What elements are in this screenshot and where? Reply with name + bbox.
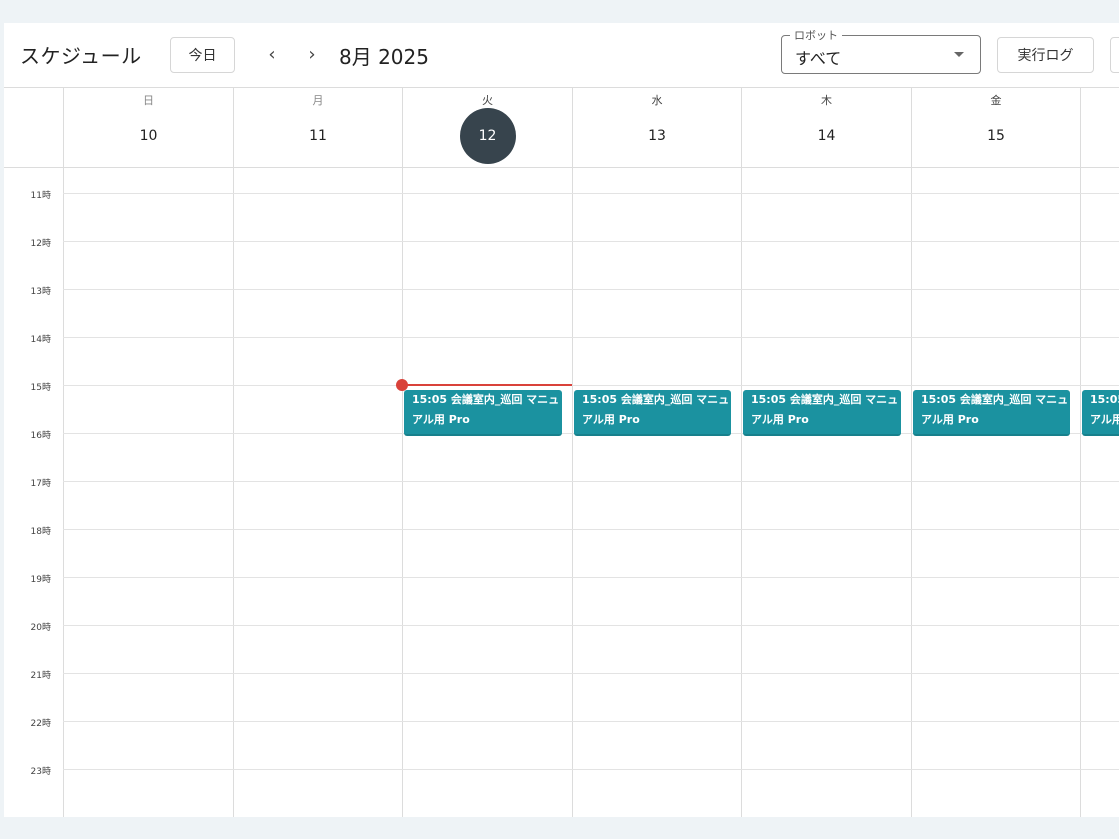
day-of-week-label: 水 <box>651 94 663 107</box>
column-divider <box>911 88 912 817</box>
event-title: 15:05 会議室内_巡回 マニュアル用 Pro <box>1090 393 1119 426</box>
chevron-left-icon[interactable]: ‹ <box>257 39 287 69</box>
day-of-week-label: 月 <box>312 94 324 107</box>
today-button[interactable]: 今日 <box>170 37 235 73</box>
hour-label: 15時 <box>30 383 51 393</box>
hour-label: 13時 <box>30 287 51 297</box>
hour-label: 18時 <box>30 527 51 537</box>
schedule-panel: スケジュール 今日 ‹ › 8月 2025 ロボット すべて 実行ログ 日 10 月… <box>4 23 1119 817</box>
event-title: 15:05 会議室内_巡回 マニュアル用 Pro <box>751 393 899 426</box>
event-title: 15:05 会議室内_巡回 マニュアル用 Pro <box>582 393 730 426</box>
hour-gridline <box>63 337 1119 338</box>
hour-label: 22時 <box>30 719 51 729</box>
date-number[interactable]: 10 <box>121 108 177 164</box>
column-divider <box>1080 88 1081 817</box>
hour-gridline <box>63 673 1119 674</box>
hour-gridline <box>63 193 1119 194</box>
day-header-15: 金 15 <box>911 88 1080 167</box>
column-divider <box>402 88 403 817</box>
robot-select-value: すべて <box>795 49 842 68</box>
day-header-12: 火 12 <box>402 88 572 167</box>
date-number[interactable]: 15 <box>968 108 1024 164</box>
day-header-16: 土16 <box>1080 88 1119 167</box>
today-date[interactable]: 12 <box>459 108 516 164</box>
caret-down-icon <box>954 52 964 57</box>
date-number[interactable]: 13 <box>629 108 685 164</box>
day-of-week-label: 木 <box>821 94 832 107</box>
column-divider <box>741 88 742 817</box>
hour-label: 19時 <box>30 575 51 585</box>
hour-gridline <box>63 769 1119 770</box>
event-title: 15:05 会議室内_巡回 マニュアル用 Pro <box>412 393 560 426</box>
day-of-week-label: 土 <box>1081 92 1119 108</box>
column-divider <box>572 88 573 817</box>
hour-label: 14時 <box>30 335 51 345</box>
hour-label: 20時 <box>30 623 51 633</box>
hour-label: 21時 <box>30 671 51 681</box>
hour-label: 16時 <box>30 431 51 441</box>
date-number[interactable]: 14 <box>799 108 855 164</box>
hour-label: 11時 <box>30 191 51 201</box>
page-title: スケジュール <box>20 44 142 68</box>
event-title: 15:05 会議室内_巡回 マニュアル用 Pro <box>921 393 1069 426</box>
schedule-event[interactable]: 15:05 会議室内_巡回 マニュアル用 Pro <box>913 390 1070 436</box>
day-of-week-label: 金 <box>990 94 1002 107</box>
robot-select-label: ロボット <box>790 27 842 43</box>
column-divider <box>233 88 234 817</box>
hour-gridline <box>63 529 1119 530</box>
more-button[interactable] <box>1110 37 1119 73</box>
hour-gridline <box>63 721 1119 722</box>
schedule-event[interactable]: 15:05 会議室内_巡回 マニュアル用 Pro <box>574 390 731 436</box>
day-of-week-label: 火 <box>482 94 493 107</box>
hour-label: 12時 <box>30 239 51 249</box>
schedule-event[interactable]: 15:05 会議室内_巡回 マニュアル用 Pro <box>743 390 901 436</box>
current-time-line <box>402 384 572 386</box>
day-header-11: 月 11 <box>233 88 402 167</box>
schedule-event[interactable]: 15:05 会議室内_巡回 マニュアル用 Pro <box>404 390 562 436</box>
date-number[interactable]: 11 <box>290 108 346 164</box>
execution-log-button[interactable]: 実行ログ <box>997 37 1094 73</box>
robot-select[interactable]: ロボット すべて <box>781 27 981 74</box>
column-divider <box>63 88 64 817</box>
schedule-event[interactable]: 15:05 会議室内_巡回 マニュアル用 Pro <box>1082 390 1119 436</box>
chevron-right-icon[interactable]: › <box>297 39 327 69</box>
hour-gridline <box>63 577 1119 578</box>
day-header-10: 日 10 <box>63 88 233 167</box>
hour-gridline <box>63 625 1119 626</box>
hour-gridline <box>63 241 1119 242</box>
header-divider <box>4 167 1119 168</box>
hour-label: 17時 <box>30 479 51 489</box>
hour-gridline <box>63 481 1119 482</box>
toolbar: スケジュール 今日 ‹ › 8月 2025 ロボット すべて 実行ログ <box>4 23 1119 88</box>
day-header-14: 木 14 <box>741 88 911 167</box>
day-header-13: 水 13 <box>572 88 741 167</box>
hour-label: 23時 <box>30 767 51 777</box>
hour-gridline <box>63 385 1119 386</box>
current-month: 8月 2025 <box>339 45 429 69</box>
day-of-week-label: 日 <box>143 94 154 107</box>
hour-gridline <box>63 289 1119 290</box>
